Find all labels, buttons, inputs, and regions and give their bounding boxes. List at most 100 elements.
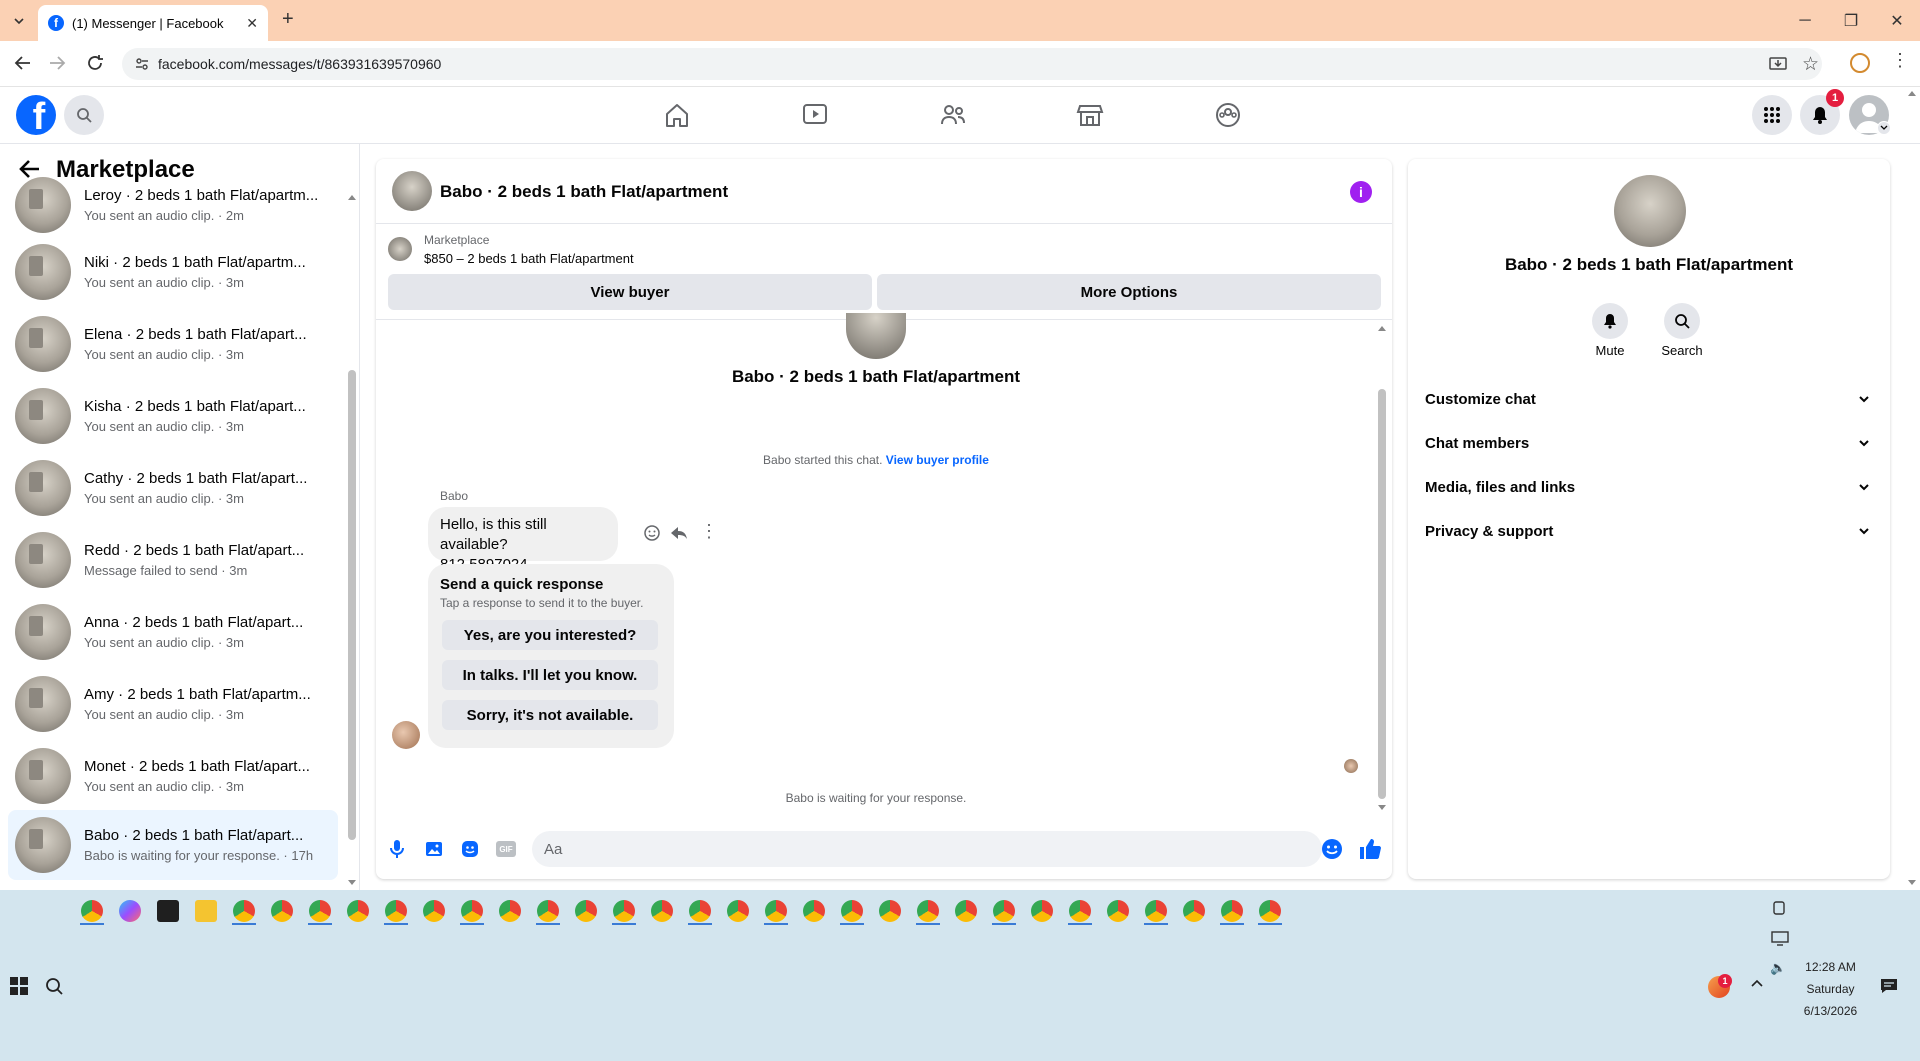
more-options-button[interactable]: More Options xyxy=(877,274,1381,310)
media-files-links-section[interactable]: Media, files and links xyxy=(1425,469,1870,505)
volume-icon[interactable]: 🔈 xyxy=(1770,960,1786,976)
conversation-item[interactable]: Monet · 2 beds 1 bath Flat/apart... You s… xyxy=(8,741,338,811)
friends-nav-icon[interactable] xyxy=(939,102,967,128)
chrome-icon[interactable] xyxy=(689,900,711,922)
microphone-icon[interactable] xyxy=(388,839,406,859)
conversation-item[interactable]: Niki · 2 beds 1 bath Flat/apartm... You s… xyxy=(8,237,338,307)
chat-scrollbar-thumb[interactable] xyxy=(1378,389,1386,799)
new-tab-button[interactable]: + xyxy=(282,8,294,31)
profile-icon[interactable] xyxy=(1850,53,1870,73)
chrome-icon[interactable] xyxy=(727,900,749,922)
windows-start-icon[interactable] xyxy=(10,977,28,995)
device-icon[interactable] xyxy=(1771,900,1787,916)
chrome-icon[interactable] xyxy=(499,900,521,922)
search-facebook-button[interactable] xyxy=(64,95,104,135)
chat-scroll-up-arrow[interactable] xyxy=(1378,325,1386,331)
taskbar-search-icon[interactable] xyxy=(45,977,63,995)
chrome-icon[interactable] xyxy=(385,900,407,922)
chrome-icon[interactable] xyxy=(81,900,103,922)
mute-button[interactable] xyxy=(1592,303,1628,339)
minimize-button[interactable]: ─ xyxy=(1782,0,1828,41)
quick-response-sorry-button[interactable]: Sorry, it's not available. xyxy=(442,700,658,730)
chrome-icon[interactable] xyxy=(461,900,483,922)
emoji-icon[interactable] xyxy=(1321,838,1343,860)
menu-grid-button[interactable] xyxy=(1752,95,1792,135)
chrome-icon[interactable] xyxy=(309,900,331,922)
browser-tab[interactable]: f (1) Messenger | Facebook ✕ xyxy=(38,5,268,41)
chrome-icon[interactable] xyxy=(993,900,1015,922)
conversation-item[interactable]: Kisha · 2 beds 1 bath Flat/apart... You s… xyxy=(8,381,338,451)
chrome-icon[interactable] xyxy=(233,900,255,922)
facebook-logo-icon[interactable]: f xyxy=(16,95,56,135)
conversation-item[interactable]: Amy · 2 beds 1 bath Flat/apartm... You se… xyxy=(8,669,338,739)
message-more-icon[interactable]: ⋮ xyxy=(700,521,718,542)
chrome-icon[interactable] xyxy=(803,900,825,922)
groups-nav-icon[interactable] xyxy=(1214,102,1242,128)
clock[interactable]: 12:28 AM Saturday 6/13/2026 xyxy=(1793,956,1868,1022)
page-scroll-up-arrow[interactable] xyxy=(1908,90,1916,96)
chrome-icon[interactable] xyxy=(917,900,939,922)
chrome-icon[interactable] xyxy=(765,900,787,922)
chrome-icon[interactable] xyxy=(1183,900,1205,922)
thumbs-up-icon[interactable] xyxy=(1358,837,1382,861)
listing-thumbnail[interactable] xyxy=(388,237,412,261)
chrome-icon[interactable] xyxy=(347,900,369,922)
copilot-icon[interactable] xyxy=(119,900,141,922)
chrome-icon[interactable] xyxy=(841,900,863,922)
chat-scroll-down-arrow[interactable] xyxy=(1378,805,1386,811)
site-info-icon[interactable] xyxy=(134,56,150,72)
customize-chat-section[interactable]: Customize chat xyxy=(1425,381,1870,417)
chrome-icon[interactable] xyxy=(1107,900,1129,922)
chrome-icon[interactable] xyxy=(537,900,559,922)
browser-menu-icon[interactable]: ⋮ xyxy=(1891,50,1909,71)
chrome-icon[interactable] xyxy=(271,900,293,922)
search-conversation-button[interactable] xyxy=(1664,303,1700,339)
photo-icon[interactable] xyxy=(424,839,444,859)
conversation-item[interactable]: Redd · 2 beds 1 bath Flat/apart... Messag… xyxy=(8,525,338,595)
privacy-support-section[interactable]: Privacy & support xyxy=(1425,513,1870,549)
forward-icon[interactable] xyxy=(46,52,68,74)
bookmark-star-icon[interactable]: ☆ xyxy=(1802,53,1819,76)
scroll-down-arrow[interactable] xyxy=(348,880,356,886)
sidebar-scrollbar-thumb[interactable] xyxy=(348,370,356,840)
install-app-icon[interactable] xyxy=(1768,54,1788,74)
buyer-avatar[interactable] xyxy=(392,721,420,749)
back-icon[interactable] xyxy=(12,52,34,74)
chrome-icon[interactable] xyxy=(879,900,901,922)
account-chevron-icon[interactable] xyxy=(1877,121,1891,135)
sticker-icon[interactable] xyxy=(460,839,480,859)
tab-search-chevron-icon[interactable] xyxy=(8,10,30,32)
react-smiley-icon[interactable] xyxy=(643,524,661,542)
conversation-item[interactable]: Elena · 2 beds 1 bath Flat/apart... You s… xyxy=(8,309,338,379)
chrome-icon[interactable] xyxy=(613,900,635,922)
quick-response-talks-button[interactable]: In talks. I'll let you know. xyxy=(442,660,658,690)
chat-header-title[interactable]: Babo · 2 beds 1 bath Flat/apartment xyxy=(440,182,728,202)
conversation-item-active[interactable]: Babo · 2 beds 1 bath Flat/apart... Babo i… xyxy=(8,810,338,880)
chrome-icon[interactable] xyxy=(1221,900,1243,922)
gif-icon[interactable]: GIF xyxy=(496,841,516,857)
address-bar[interactable]: facebook.com/messages/t/863931639570960 xyxy=(122,48,1822,80)
chrome-icon[interactable] xyxy=(1259,900,1281,922)
notification-center-icon[interactable] xyxy=(1880,978,1898,994)
tab-close-icon[interactable]: ✕ xyxy=(246,15,258,32)
file-explorer-icon[interactable] xyxy=(195,900,217,922)
close-window-button[interactable]: ✕ xyxy=(1874,0,1920,41)
quick-response-yes-button[interactable]: Yes, are you interested? xyxy=(442,620,658,650)
chrome-icon[interactable] xyxy=(1031,900,1053,922)
incoming-message-bubble[interactable]: Hello, is this still available? 812 5897… xyxy=(428,507,618,573)
scroll-up-arrow[interactable] xyxy=(348,194,356,200)
chrome-icon[interactable] xyxy=(423,900,445,922)
home-nav-icon[interactable] xyxy=(663,102,691,128)
view-buyer-profile-link[interactable]: View buyer profile xyxy=(886,453,989,467)
conversation-item[interactable]: Cathy · 2 beds 1 bath Flat/apart... You s… xyxy=(8,453,338,523)
listing-title[interactable]: $850 – 2 beds 1 bath Flat/apartment xyxy=(424,251,634,266)
chrome-icon[interactable] xyxy=(1069,900,1091,922)
reply-icon[interactable] xyxy=(670,524,688,542)
restore-button[interactable]: ❐ xyxy=(1828,0,1874,41)
chat-header-avatar[interactable] xyxy=(392,171,432,211)
conversation-item[interactable]: Anna · 2 beds 1 bath Flat/apart... You se… xyxy=(8,597,338,667)
page-scroll-down-arrow[interactable] xyxy=(1908,880,1916,886)
sticky-notes-icon[interactable] xyxy=(157,900,179,922)
chrome-icon[interactable] xyxy=(575,900,597,922)
message-input[interactable]: Aa xyxy=(532,831,1322,867)
